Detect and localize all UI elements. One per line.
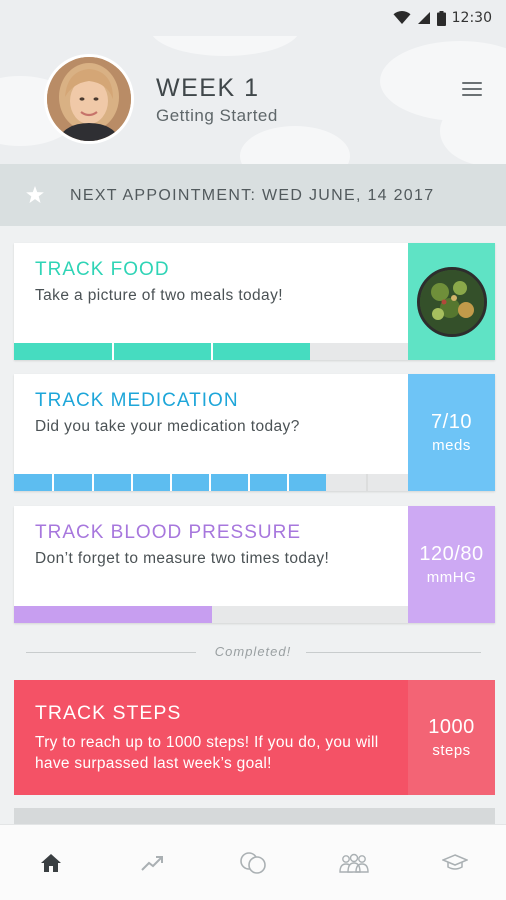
signal-icon <box>417 12 430 24</box>
nav-home[interactable] <box>0 825 101 900</box>
nav-learn[interactable] <box>405 825 506 900</box>
nav-community[interactable] <box>304 825 405 900</box>
card-title: TRACK BLOOD PRESSURE <box>35 522 301 543</box>
chat-bubbles-icon <box>240 851 266 874</box>
track-food-card[interactable]: TRACK FOOD Take a picture of two meals t… <box>14 243 495 360</box>
appointment-banner[interactable]: NEXT APPOINTMENT: WED JUNE, 14 2017 <box>0 164 506 226</box>
card-title: TRACK FOOD <box>35 259 170 280</box>
card-description: Take a picture of two meals today! <box>35 287 283 304</box>
progress-bar <box>14 474 408 491</box>
progress-bar <box>14 343 408 360</box>
food-photo-panel[interactable] <box>408 243 495 360</box>
group-icon <box>339 853 369 873</box>
steps-unit: steps <box>432 742 471 759</box>
progress-bar <box>14 606 408 623</box>
track-medication-card[interactable]: TRACK MEDICATION Did you take your medic… <box>14 374 495 491</box>
battery-icon <box>436 10 446 26</box>
medication-unit: meds <box>432 437 471 454</box>
medication-count-panel: 7/10 meds <box>408 374 495 491</box>
card-description: Try to reach up to 1000 steps! If you do… <box>35 734 379 772</box>
track-steps-card[interactable]: TRACK STEPS Try to reach up to 1000 step… <box>14 680 495 795</box>
track-blood-pressure-card[interactable]: TRACK BLOOD PRESSURE Don’t forget to mea… <box>14 506 495 623</box>
wifi-icon <box>393 11 411 24</box>
blood-pressure-panel: 120/80 mmHG <box>408 506 495 623</box>
steps-count: 1000 <box>428 716 475 738</box>
home-icon <box>40 853 61 872</box>
meal-photo <box>416 266 487 337</box>
bottom-nav <box>0 824 506 900</box>
appointment-text: NEXT APPOINTMENT: WED JUNE, 14 2017 <box>70 187 435 204</box>
star-icon <box>26 186 44 203</box>
blood-pressure-unit: mmHG <box>426 569 477 586</box>
card-title: TRACK STEPS <box>35 702 182 724</box>
nav-chat[interactable] <box>202 825 303 900</box>
header: WEEK 1 Getting Started <box>0 36 506 164</box>
week-title: WEEK 1 <box>156 74 260 102</box>
blood-pressure-value: 120/80 <box>419 543 484 565</box>
medication-count: 7/10 <box>431 411 472 433</box>
status-bar: 12:30 <box>0 0 506 36</box>
week-subtitle: Getting Started <box>156 106 278 125</box>
card-description: Don’t forget to measure two times today! <box>35 550 330 567</box>
card-title: TRACK MEDICATION <box>35 390 239 411</box>
hamburger-menu-icon[interactable] <box>460 80 484 98</box>
card-description: Did you take your medication today? <box>35 418 300 435</box>
steps-count-panel: 1000 steps <box>408 680 495 795</box>
graduation-cap-icon <box>442 853 469 870</box>
avatar[interactable] <box>44 54 134 144</box>
nav-progress[interactable] <box>101 825 202 900</box>
status-time: 12:30 <box>451 10 492 26</box>
completed-label: Completed! <box>214 644 292 659</box>
trending-up-icon <box>141 855 163 871</box>
